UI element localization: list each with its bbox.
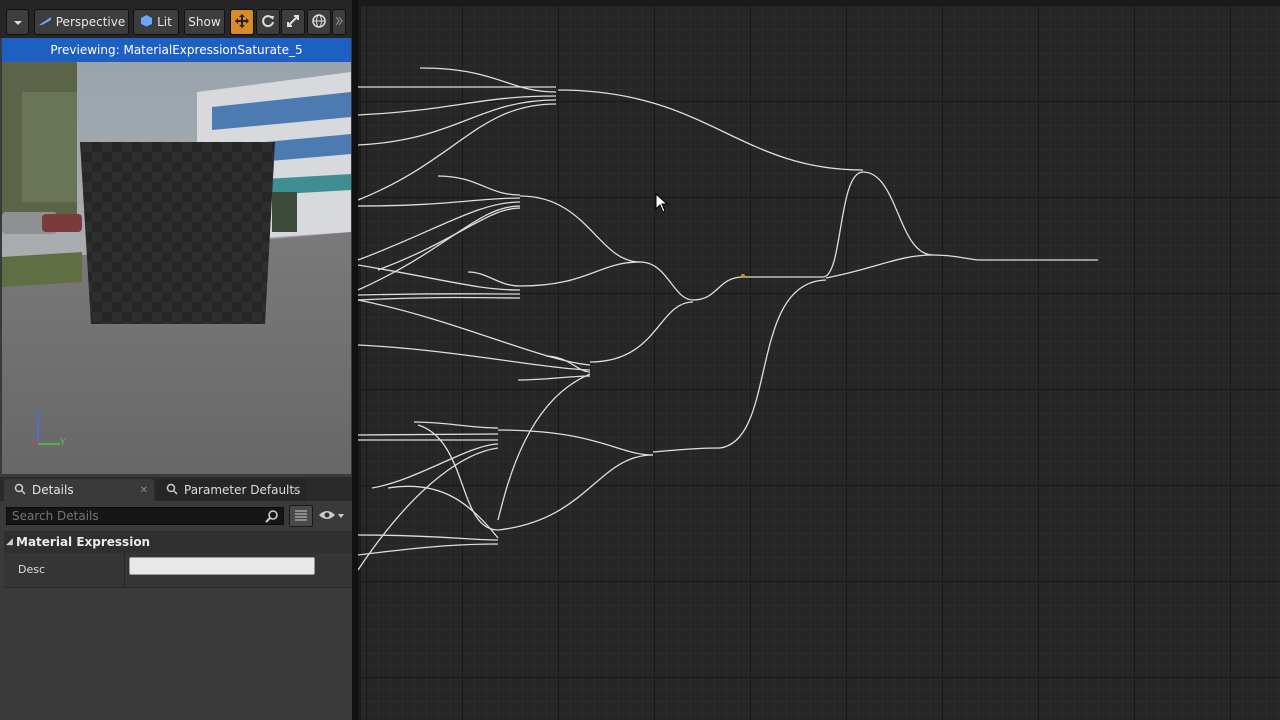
viewport-toolbar: Perspective Lit Show xyxy=(0,0,352,38)
preview-header: Previewing: MaterialExpressionSaturate_5 xyxy=(2,38,351,62)
wire xyxy=(358,296,521,301)
axis-gizmo: Z Y xyxy=(32,410,72,452)
wire xyxy=(862,171,934,256)
scale-mode-button[interactable] xyxy=(281,9,305,35)
scale-icon xyxy=(286,14,300,31)
wire xyxy=(497,429,654,456)
wire xyxy=(358,433,499,436)
wire xyxy=(358,264,521,291)
search-icon[interactable] xyxy=(265,509,279,527)
category-material-expression[interactable]: ◢ Material Expression xyxy=(4,531,352,553)
list-view-button[interactable] xyxy=(289,505,313,527)
wire xyxy=(652,447,721,453)
search-details-input[interactable] xyxy=(12,508,257,524)
perspective-icon xyxy=(38,15,52,29)
lit-icon xyxy=(140,14,153,30)
wire xyxy=(358,103,557,201)
wire xyxy=(692,276,744,301)
graph-wires xyxy=(358,67,1098,571)
parameter-defaults-tab-icon xyxy=(166,483,178,498)
wire xyxy=(419,67,557,93)
world-local-icon xyxy=(312,13,326,31)
wire xyxy=(932,254,981,261)
eye-icon xyxy=(318,509,336,524)
wire xyxy=(358,95,557,116)
list-view-icon xyxy=(294,509,308,524)
details-tab-icon xyxy=(14,483,26,498)
tab-details-label: Details xyxy=(32,483,74,497)
preview-viewport[interactable]: Z Y xyxy=(2,62,351,474)
wire xyxy=(358,205,521,291)
material-graph-canvas[interactable] xyxy=(358,0,1280,720)
wire xyxy=(358,543,499,556)
desc-field[interactable] xyxy=(129,557,315,575)
wire xyxy=(358,299,591,366)
wire xyxy=(557,89,864,171)
axis-y-label: Y xyxy=(60,438,66,448)
wire xyxy=(358,534,499,541)
category-label: Material Expression xyxy=(16,535,151,549)
chevron-down-icon xyxy=(336,509,346,523)
show-button[interactable]: Show xyxy=(184,9,225,35)
tab-details[interactable]: Details ✕ xyxy=(4,479,154,501)
translate-icon xyxy=(234,13,250,32)
wire xyxy=(417,424,499,531)
wire xyxy=(589,301,694,363)
details-panel: ◢ Material Expression Desc xyxy=(0,501,352,720)
rotate-mode-button[interactable] xyxy=(256,9,280,35)
world-local-button[interactable] xyxy=(307,9,331,35)
wire xyxy=(497,454,654,531)
reroute-node xyxy=(741,274,745,278)
tab-parameter-defaults[interactable]: Parameter Defaults ✕ xyxy=(156,479,306,501)
axis-z-label: Z xyxy=(35,410,42,420)
property-divider[interactable] xyxy=(124,553,125,587)
close-icon[interactable]: ✕ xyxy=(140,485,148,496)
details-tab-bar: Details ✕ Parameter Defaults ✕ xyxy=(0,477,352,501)
desc-label: Desc xyxy=(18,563,46,576)
wire xyxy=(358,293,521,296)
perspective-label: Perspective xyxy=(55,15,126,29)
dropdown-arrow-icon xyxy=(13,15,23,29)
wire xyxy=(822,171,864,278)
wire xyxy=(467,271,521,287)
wire xyxy=(719,279,827,449)
wire xyxy=(371,443,499,489)
translate-mode-button[interactable] xyxy=(230,9,254,35)
wire xyxy=(437,175,521,196)
wire xyxy=(825,254,934,279)
lit-button[interactable]: Lit xyxy=(133,9,179,35)
collapse-arrow-icon: ◢ xyxy=(6,537,13,547)
wire xyxy=(519,261,641,287)
wire xyxy=(639,261,694,301)
wire xyxy=(519,195,641,263)
rotate-icon xyxy=(261,14,275,31)
property-row-desc: Desc xyxy=(4,553,352,588)
close-icon[interactable]: ✕ xyxy=(292,485,300,496)
chevron-right-icon xyxy=(335,15,343,29)
viewport-options-button[interactable] xyxy=(6,9,29,35)
tab-parameter-defaults-label: Parameter Defaults xyxy=(184,483,301,497)
wire xyxy=(413,421,499,429)
show-label: Show xyxy=(188,15,221,29)
cursor-icon xyxy=(655,193,669,213)
left-panel: Perspective Lit Show Previewing: Materia… xyxy=(0,0,354,720)
wire xyxy=(358,447,499,571)
toolbar-overflow-button[interactable] xyxy=(332,9,346,35)
perspective-button[interactable]: Perspective xyxy=(34,9,129,35)
search-details-box xyxy=(6,507,284,525)
wire xyxy=(387,485,499,539)
lit-label: Lit xyxy=(157,15,172,29)
view-options-button[interactable] xyxy=(318,507,348,525)
